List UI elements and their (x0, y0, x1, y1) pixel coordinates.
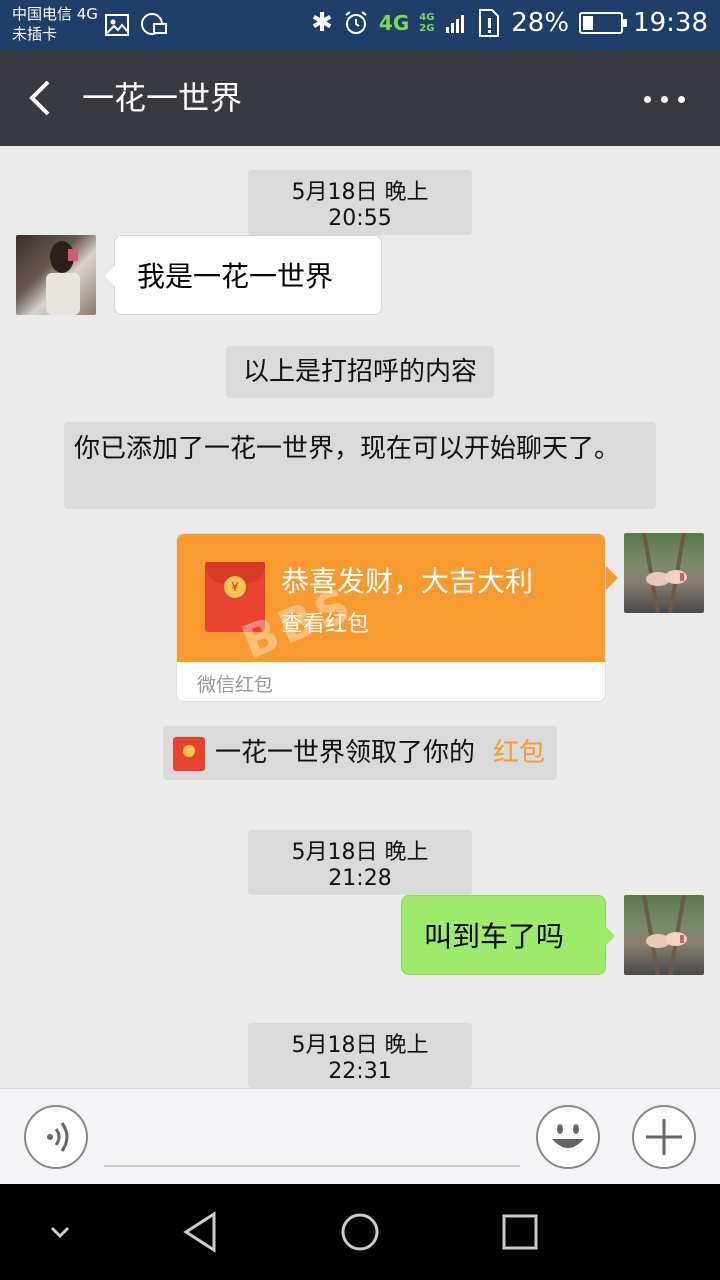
back-nav-icon[interactable] (168, 1200, 232, 1264)
voice-icon (47, 1122, 69, 1152)
dot-icon (644, 96, 651, 103)
red-packet-link[interactable]: 红包 (493, 736, 545, 770)
status-right: ✱ 4G 4G 2G 28% 19:38 (311, 8, 708, 38)
image-icon (105, 14, 129, 36)
home-nav-icon[interactable] (328, 1200, 392, 1264)
title-bar: 一花一世界 (0, 50, 720, 146)
avatar-image (642, 533, 687, 613)
message-text: 叫到车了吗 (424, 920, 565, 953)
more-options-button[interactable] (634, 74, 694, 122)
chat-title: 一花一世界 (82, 79, 243, 117)
outgoing-message[interactable]: 叫到车了吗 (401, 895, 615, 975)
status-bar: 中国电信 4G 未插卡 ✱ 4G 4G 2G 28% 19:38 (0, 0, 720, 50)
coin-dot (183, 745, 195, 757)
input-bar (0, 1088, 720, 1184)
hide-keyboard-icon[interactable] (28, 1200, 92, 1264)
red-packet-claimed-note: 一花一世界领取了你的 红包 (163, 726, 557, 780)
avatar-image (46, 241, 80, 315)
red-packet-body: ¥ 恭喜发财，大吉大利 查看红包 (177, 534, 605, 662)
red-envelope-icon (173, 737, 205, 771)
timestamp: 5月18日 晚上20:55 (248, 170, 472, 235)
clock: 19:38 (633, 8, 708, 38)
red-envelope-icon: ¥ (205, 562, 265, 632)
sim-error-icon (479, 9, 500, 37)
battery-fill (583, 16, 594, 30)
back-icon[interactable] (18, 74, 66, 122)
voice-button[interactable] (24, 1105, 88, 1169)
system-added-note: 你已添加了一花一世界，现在可以开始聊天了。 (64, 422, 656, 509)
network-small: 4G 2G (419, 12, 435, 34)
bluetooth-icon: ✱ (311, 8, 333, 38)
contact-avatar[interactable] (16, 235, 96, 315)
plus-icon (646, 1119, 682, 1155)
system-greeting-note: 以上是打招呼的内容 (226, 346, 494, 398)
timestamp: 5月18日 晚上22:31 (248, 1023, 472, 1088)
carrier-info: 中国电信 4G 未插卡 (12, 4, 98, 44)
claimed-text: 一花一世界领取了你的 (215, 738, 476, 768)
chat-area[interactable]: 5月18日 晚上20:55 我是一花一世界 以上是打招呼的内容 你已添加了一花一… (0, 146, 720, 1088)
battery-percent: 28% (511, 8, 570, 38)
recents-nav-icon[interactable] (488, 1200, 552, 1264)
signal-icon (446, 15, 465, 33)
avatar-image (642, 895, 687, 975)
emoji-button[interactable] (536, 1105, 600, 1169)
red-packet-footer: 微信红包 (177, 662, 605, 701)
emoji-icon (552, 1124, 584, 1148)
message-text: 我是一花一世界 (137, 260, 334, 293)
red-packet-title: 恭喜发财，大吉大利 (281, 565, 534, 598)
red-packet-subtitle: 查看红包 (281, 612, 370, 637)
my-avatar[interactable] (624, 895, 704, 975)
timestamp: 5月18日 晚上21:28 (248, 830, 472, 895)
message-input[interactable] (104, 1103, 520, 1167)
red-packet-label: 微信红包 (197, 674, 274, 696)
message-icon (141, 13, 167, 35)
my-avatar[interactable] (624, 533, 704, 613)
more-functions-button[interactable] (632, 1105, 696, 1169)
navigation-bar (0, 1184, 720, 1280)
redpacket-pointer (606, 566, 618, 590)
battery-icon (579, 12, 628, 34)
alarm-icon (345, 11, 367, 34)
dot-icon (678, 96, 685, 103)
yuan-coin-icon: ¥ (224, 576, 246, 598)
network-type: 4G (378, 11, 410, 35)
red-packet-message[interactable]: ¥ 恭喜发财，大吉大利 查看红包 微信红包 (176, 533, 606, 702)
sim-status: 未插卡 (12, 25, 58, 43)
incoming-message[interactable]: 我是一花一世界 (105, 235, 382, 315)
carrier-name: 中国电信 4G (12, 5, 98, 23)
dot-icon (661, 96, 668, 103)
